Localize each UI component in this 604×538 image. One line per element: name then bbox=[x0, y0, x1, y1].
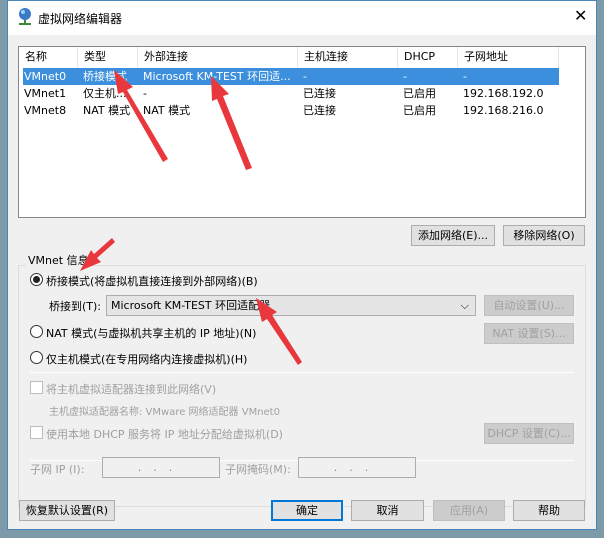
red-arrow-icon bbox=[211, 76, 252, 170]
annotation-arrows bbox=[80, 70, 302, 365]
red-arrow-icon bbox=[114, 70, 168, 162]
red-arrow-icon bbox=[256, 298, 302, 365]
red-arrow-icon bbox=[80, 238, 115, 271]
